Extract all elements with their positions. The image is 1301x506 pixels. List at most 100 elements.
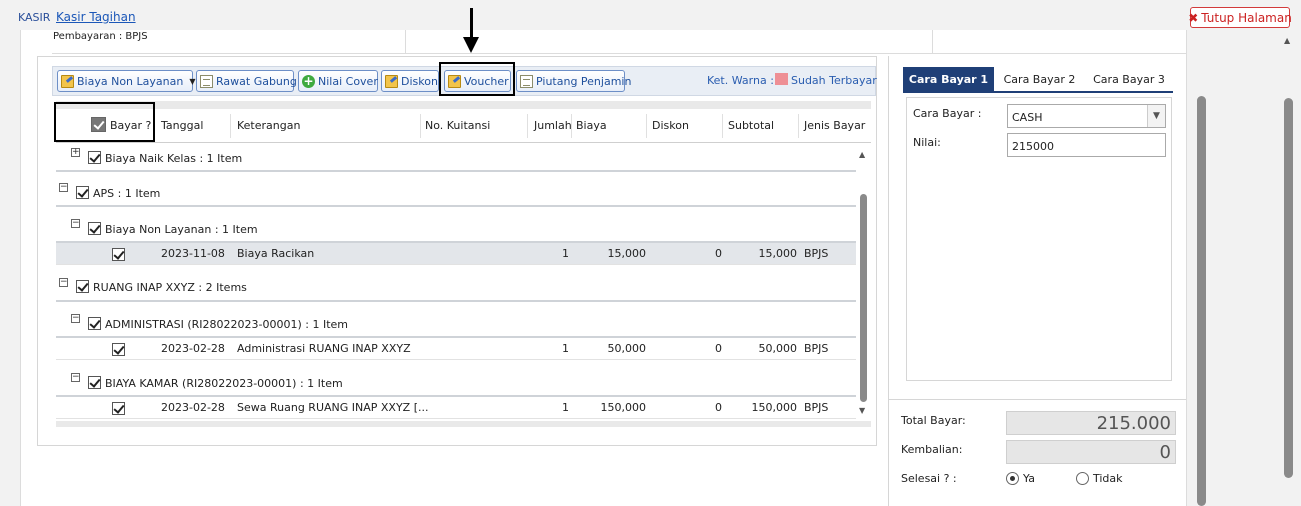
radio-icon (1076, 472, 1089, 485)
grid-scroll-thumb[interactable] (860, 194, 867, 402)
scroll-down-icon[interactable]: ▼ (859, 406, 865, 415)
cell-biaya: 50,000 (607, 342, 647, 355)
rawat-gabung-button[interactable]: Rawat Gabung (196, 70, 297, 92)
table-row[interactable]: 2023-02-28 Sewa Ruang RUANG INAP XXYZ [.… (56, 397, 856, 419)
row-checkbox[interactable] (112, 248, 125, 261)
total-label: Total Bayar: (901, 414, 966, 427)
nilai-cover-button[interactable]: + Nilai Cover (298, 70, 378, 92)
scroll-up-icon[interactable]: ▲ (859, 150, 865, 159)
panel-scrollbar[interactable] (1197, 96, 1207, 506)
tab-cara-bayar-1[interactable]: Cara Bayar 1 (903, 67, 994, 91)
group-row[interactable]: − RUANG INAP XXYZ : 2 Items (56, 275, 856, 302)
group-checkbox[interactable] (76, 186, 89, 199)
edit-icon (385, 74, 398, 88)
cell-tanggal: 2023-11-08 (161, 247, 225, 260)
close-page-button[interactable]: ✖ Tutup Halaman (1188, 7, 1292, 28)
piutang-penjamin-button[interactable]: Piutang Penjamin (516, 70, 631, 92)
expand-icon[interactable]: + (71, 148, 80, 157)
highlight-box-bayar (54, 102, 155, 142)
done-option-ya[interactable]: Ya (1006, 472, 1035, 485)
group-row[interactable]: − BIAYA KAMAR (RI28022023-00001) : 1 Ite… (56, 371, 856, 397)
legend-label: Ket. Warna : (707, 74, 774, 87)
group-label: RUANG INAP XXYZ : 2 Items (93, 281, 247, 294)
col-tanggal: Tanggal (161, 119, 204, 132)
group-label: Biaya Naik Kelas : 1 Item (105, 152, 243, 165)
cell-keterangan: Sewa Ruang RUANG INAP XXYZ [... (237, 401, 429, 414)
group-row[interactable]: + Biaya Naik Kelas : 1 Item (56, 146, 856, 172)
scroll-up-icon[interactable]: ▲ (1284, 36, 1290, 45)
cell-subtotal: 150,000 (751, 401, 798, 414)
row-checkbox[interactable] (112, 343, 125, 356)
done-label: Selesai ? : (901, 472, 957, 485)
payment-info: Pembayaran : BPJS (53, 31, 148, 42)
total-value: 215.000 (1006, 411, 1176, 435)
legend-text-paid: Sudah Terbayar (791, 74, 877, 87)
plus-icon: + (302, 73, 315, 88)
cell-jumlah: 1 (562, 342, 569, 355)
cell-jenis: BPJS (804, 247, 829, 260)
arrow-down-icon (463, 37, 479, 53)
cell-tanggal: 2023-02-28 (161, 401, 225, 414)
page-scroll-thumb[interactable] (1284, 98, 1293, 478)
group-checkbox[interactable] (76, 280, 89, 293)
table-row[interactable]: 2023-02-28 Administrasi RUANG INAP XXYZ … (56, 338, 856, 360)
panel-scroll-thumb[interactable] (1197, 96, 1206, 506)
biaya-non-layanan-button[interactable]: Biaya Non Layanan ▼ (57, 70, 195, 92)
amount-input[interactable]: 215000 (1007, 133, 1166, 157)
highlight-box-voucher (439, 62, 515, 96)
group-checkbox[interactable] (88, 376, 101, 389)
breadcrumb-current[interactable]: Kasir Tagihan (56, 10, 136, 24)
legend-swatch-paid (775, 73, 788, 85)
collapse-icon[interactable]: − (71, 314, 80, 323)
close-page-label: Tutup Halaman (1201, 10, 1292, 25)
done-option-tidak[interactable]: Tidak (1076, 472, 1123, 485)
top-bar (0, 0, 1301, 30)
col-jenis-bayar: Jenis Bayar (804, 119, 866, 132)
cell-diskon: 0 (715, 247, 722, 260)
cell-biaya: 15,000 (607, 247, 647, 260)
cell-subtotal: 50,000 (758, 342, 798, 355)
amount-label: Nilai: (913, 136, 941, 149)
col-diskon: Diskon (652, 119, 689, 132)
cell-keterangan: Biaya Racikan (237, 247, 315, 260)
group-label: BIAYA KAMAR (RI28022023-00001) : 1 Item (105, 377, 343, 390)
group-checkbox[interactable] (88, 317, 101, 330)
cell-jenis: BPJS (804, 342, 829, 355)
grid-body: + Biaya Naik Kelas : 1 Item − APS : 1 It… (56, 143, 871, 425)
collapse-icon[interactable]: − (59, 278, 68, 287)
collapse-icon[interactable]: − (59, 183, 68, 192)
col-jumlah: Jumlah (534, 119, 572, 132)
table-row[interactable]: 2023-11-08 Biaya Racikan 1 15,000 0 15,0… (56, 243, 856, 265)
cell-tanggal: 2023-02-28 (161, 342, 225, 355)
diskon-button[interactable]: Diskon (381, 70, 439, 92)
group-row[interactable]: − ADMINISTRASI (RI28022023-00001) : 1 It… (56, 312, 856, 338)
edit-icon (61, 74, 74, 88)
arrow-line (470, 8, 473, 38)
col-subtotal: Subtotal (728, 119, 775, 132)
cell-biaya: 150,000 (600, 401, 647, 414)
cell-jumlah: 1 (562, 401, 569, 414)
group-row[interactable]: − Biaya Non Layanan : 1 Item (56, 217, 856, 243)
col-biaya: Biaya (576, 119, 607, 132)
row-checkbox[interactable] (112, 402, 125, 415)
cell-diskon: 0 (715, 342, 722, 355)
page-scrollbar[interactable]: ▲ (1283, 36, 1295, 506)
breadcrumb-root[interactable]: KASIR (18, 11, 50, 24)
group-checkbox[interactable] (88, 222, 101, 235)
group-row[interactable]: − APS : 1 Item (56, 181, 856, 207)
collapse-icon[interactable]: − (71, 219, 80, 228)
grid-scrollbar[interactable]: ▲ ▼ (857, 150, 870, 420)
info-row: Pembayaran : BPJS (52, 30, 1187, 54)
tab-cara-bayar-3[interactable]: Cara Bayar 3 (1085, 67, 1173, 91)
cell-keterangan: Administrasi RUANG INAP XXYZ (237, 342, 411, 355)
grid-header: Bayar ? Tanggal Keterangan No. Kuitansi … (56, 109, 871, 143)
tab-cara-bayar-2[interactable]: Cara Bayar 2 (994, 67, 1085, 91)
chevron-down-icon[interactable]: ▼ (1147, 105, 1165, 127)
payment-method-select[interactable]: CASH ▼ (1007, 104, 1166, 128)
cell-diskon: 0 (715, 401, 722, 414)
group-checkbox[interactable] (88, 151, 101, 164)
collapse-icon[interactable]: − (71, 373, 80, 382)
cell-subtotal: 15,000 (758, 247, 798, 260)
payment-tabs: Cara Bayar 1 Cara Bayar 2 Cara Bayar 3 (903, 67, 1173, 93)
sheet-icon (520, 74, 533, 88)
